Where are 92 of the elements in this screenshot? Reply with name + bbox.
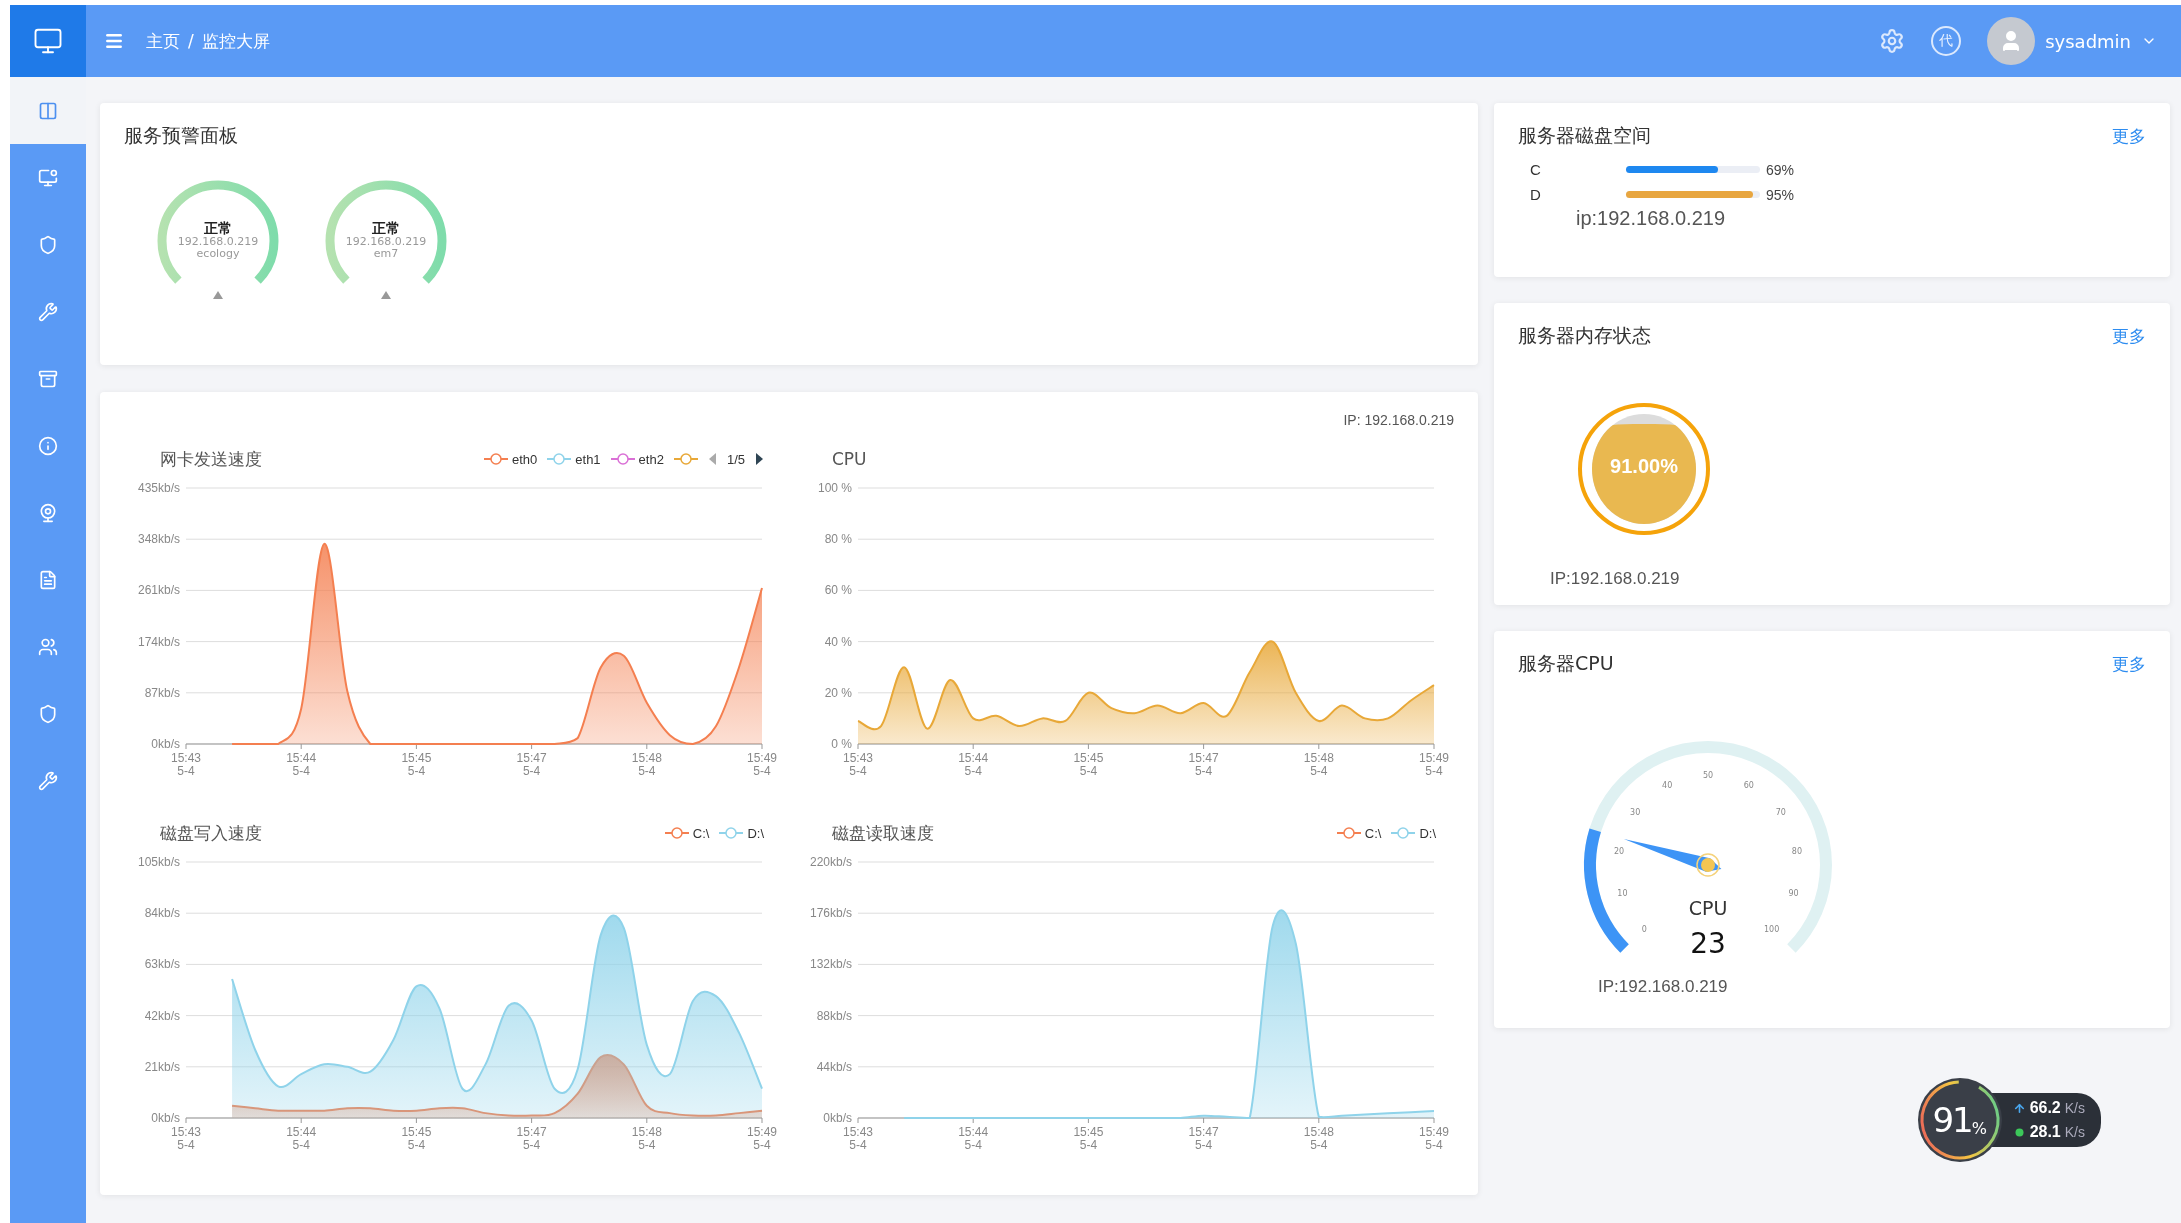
axis-label: 0 % [831, 737, 852, 751]
axis-label: 15:45 5-4 [1073, 751, 1104, 778]
axis-label: 15:49 5-4 [747, 1125, 777, 1152]
gauge-tick: 70 [1775, 808, 1786, 818]
axis-label: 132kb/s [809, 957, 852, 972]
axis-label: 15:44 5-4 [958, 1125, 989, 1152]
gauge-tick: 90 [1788, 888, 1799, 898]
axis-label: 15:47 5-4 [516, 751, 547, 778]
gauge-tick: 80 [1791, 846, 1802, 856]
gauge-tick: 30 [1630, 808, 1641, 818]
axis-label: 15:45 5-4 [1073, 1125, 1104, 1152]
gauge-label: CPU [1688, 897, 1728, 919]
drive-name: D [1530, 186, 1542, 203]
status-text: 正常 [372, 221, 400, 237]
axis-label: 15:43 5-4 [843, 1125, 873, 1152]
axis-label: 42kb/s [144, 1008, 180, 1023]
usage-percent: 95% [1765, 186, 1796, 203]
axis-label: 0kb/s [151, 1111, 180, 1125]
axis-label: 44kb/s [816, 1059, 852, 1074]
axis-label: 15:47 5-4 [1188, 1125, 1219, 1152]
gauge-tick: 100 [1764, 924, 1780, 934]
status-text: 正常 [204, 221, 232, 237]
download-speed: 28.1 [2029, 1123, 2061, 1141]
axis-label: 40 % [824, 634, 852, 649]
ip-text: ip:192.168.0.219 [1575, 207, 1727, 230]
speed-unit: K/s [2064, 1100, 2085, 1116]
axis-label: 15:43 5-4 [171, 1125, 201, 1152]
axis-label: 15:48 5-4 [631, 1125, 662, 1152]
axis-label: 15:44 5-4 [286, 751, 317, 778]
axis-label: 0kb/s [823, 1111, 852, 1125]
usage-percent: 69% [1765, 161, 1796, 178]
axis-label: 80 % [824, 532, 852, 547]
axis-label: 63kb/s [144, 957, 180, 972]
axis-label: 176kb/s [809, 906, 852, 921]
axis-label: 0kb/s [151, 737, 180, 751]
ip-text: IP: 192.168.0.219 [1343, 412, 1454, 428]
chart-title: 网卡发送速度 [160, 447, 262, 471]
axis-label: 15:48 5-4 [1303, 1125, 1334, 1152]
axis-label: 348kb/s [137, 532, 180, 547]
gauge-tick: 0 [1641, 924, 1647, 934]
chart-title: 磁盘读取速度 [832, 821, 934, 845]
ip-text: IP:192.168.0.219 [1597, 977, 1729, 997]
axis-label: 87kb/s [144, 685, 180, 700]
axis-label: 15:47 5-4 [516, 1125, 547, 1152]
gauge-value: 23 [1690, 927, 1726, 960]
chart-title: 磁盘写入速度 [160, 821, 262, 845]
axis-label: 100 % [817, 481, 852, 495]
axis-label: 435kb/s [137, 481, 180, 495]
axis-label: 220kb/s [809, 855, 852, 869]
upload-speed: 66.2 [2029, 1099, 2061, 1117]
card-title: 服务器CPU [1518, 651, 1614, 676]
gauge-tick: 20 [1614, 846, 1625, 856]
axis-label: 15:48 5-4 [631, 751, 662, 778]
axis-label: 261kb/s [137, 583, 180, 598]
axis-label: 15:48 5-4 [1303, 751, 1334, 778]
axis-label: 15:47 5-4 [1188, 751, 1219, 778]
ip-text: IP:192.168.0.219 [1549, 568, 1681, 589]
drive-name: C [1530, 161, 1542, 178]
axis-label: 84kb/s [144, 906, 180, 921]
service-name: ecology [196, 248, 240, 261]
gauge-tick: 40 [1662, 780, 1673, 790]
axis-label: 174kb/s [137, 634, 180, 649]
axis-label: 60 % [824, 583, 852, 598]
axis-label: 15:44 5-4 [286, 1125, 317, 1152]
axis-label: 15:45 5-4 [401, 1125, 432, 1152]
axis-label: 15:43 5-4 [843, 751, 873, 778]
axis-label: 15:49 5-4 [1419, 1125, 1449, 1152]
card-title: 服务器内存状态 [1518, 323, 1651, 348]
ip-text: 192.168.0.219 [345, 236, 427, 249]
axis-label: 15:49 5-4 [747, 751, 777, 778]
axis-label: 20 % [824, 685, 852, 700]
gauge-tick: 50 [1702, 771, 1714, 780]
card-title: 服务预警面板 [124, 123, 239, 148]
axis-label: 105kb/s [137, 855, 180, 869]
service-name: em7 [373, 248, 399, 261]
axis-label: 15:44 5-4 [958, 751, 989, 778]
ip-text: 192.168.0.219 [177, 236, 259, 249]
memory-percent: 91.00% [1609, 455, 1679, 478]
axis-label: 15:43 5-4 [171, 751, 201, 778]
breadcrumb-item: 监控大屏 [201, 29, 270, 53]
axis-label: 15:49 5-4 [1419, 751, 1449, 778]
axis-label: 21kb/s [144, 1059, 180, 1074]
gauge-tick: 60 [1743, 780, 1754, 790]
speed-unit: K/s [2064, 1124, 2085, 1140]
usage-reading: 91% [1931, 1099, 1988, 1142]
breadcrumb-separator: / [188, 31, 194, 51]
axis-label: 88kb/s [816, 1008, 852, 1023]
page-indicator: 1/5 [726, 451, 745, 467]
axis-label: 15:45 5-4 [401, 751, 432, 778]
chart-title: CPU [832, 449, 867, 469]
card-title: 服务器磁盘空间 [1518, 123, 1651, 148]
gauge-tick: 10 [1617, 888, 1628, 898]
